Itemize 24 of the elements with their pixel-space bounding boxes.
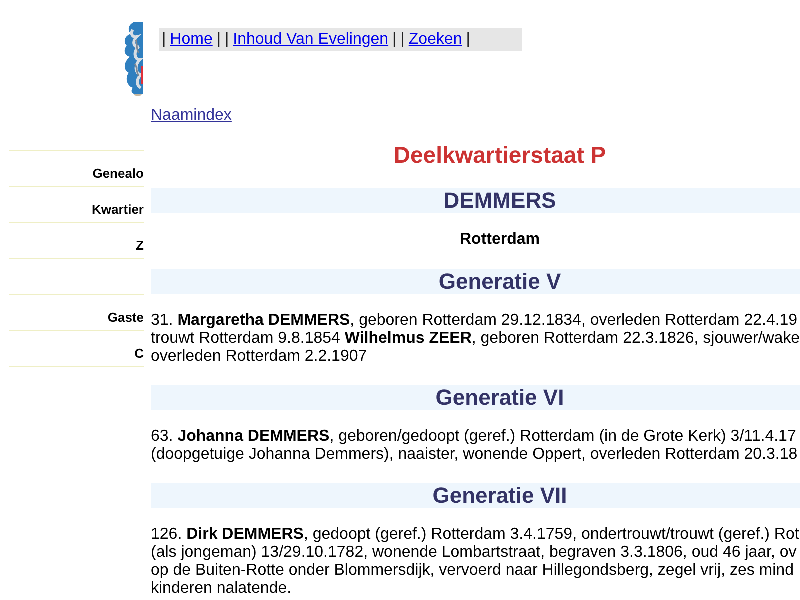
- sidebar-link[interactable]: Gaste: [108, 310, 144, 325]
- nav-separator: |: [466, 30, 470, 48]
- nav-separator: |: [400, 30, 405, 48]
- generation-heading: Generatie VI: [436, 385, 564, 410]
- place-name: Rotterdam: [460, 231, 540, 249]
- nav-separator: |: [225, 30, 230, 48]
- sidebar-link[interactable]: C: [134, 346, 144, 361]
- page-title: Deelkwartierstaat P: [394, 142, 606, 168]
- name-index-link[interactable]: Naamindex: [151, 107, 232, 125]
- sidebar-link[interactable]: Kwartier: [92, 202, 144, 217]
- sidebar-link[interactable]: Z: [136, 238, 144, 253]
- nav-separator: |: [392, 30, 397, 48]
- person-entry: 63. Johanna DEMMERS, geboren/gedoopt (geref.) Rotterdam (in de Grote Kerk) 3/11.4.17 (doopgetuige Johanna Demmers), naaister, wonende Oppert, overleden Rotterdam 20.3.18: [151, 428, 798, 464]
- nav-link[interactable]: Inhoud Van Evelingen: [229, 30, 393, 48]
- generation-heading: Generatie VII: [432, 483, 568, 508]
- family-heading: DEMMERS: [444, 188, 556, 213]
- sidebar-link[interactable]: Genealo: [92, 166, 144, 181]
- nav-link[interactable]: Home: [166, 30, 217, 48]
- generation-heading: Generatie V: [438, 269, 562, 294]
- nav-separator: |: [162, 30, 166, 48]
- nav-link[interactable]: Zoeken: [404, 30, 466, 48]
- person-entry: 31. Margaretha DEMMERS, geboren Rotterdam 29.12.1834, overleden Rotterdam 22.4.19 trouwt Rotterdam 9.8.1854 Wilhelmus ZEER, geboren Rotterdam 22.3.1826, sjouwer/wake overleden Rotterdam 2.2.1907: [151, 312, 800, 366]
- person-entry: 126. Dirk DEMMERS, gedoopt (geref.) Rotterdam 3.4.1759, ondertrouwt/trouwt (geref.) Rot (als jongeman) 13/29.10.1782, wonende Lombartstraat, begraven 3.3.1806, oud 46 jaar, ov op de Buiten-Rotte onder Blommersdijk, vervoerd naar Hillegondsberg, zegel vrij, zes mind kinderen nalatende.: [151, 526, 800, 598]
- nav-separator: |: [216, 30, 221, 48]
